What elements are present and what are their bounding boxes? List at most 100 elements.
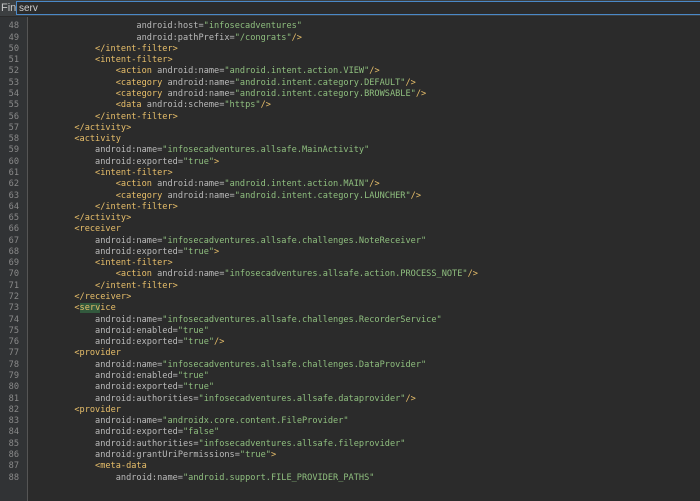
code-line[interactable]: 85 android:authorities="infosecadventures… bbox=[0, 439, 700, 450]
code-token: "androidx.core.content.FileProvider" bbox=[162, 416, 349, 427]
code-token: /> bbox=[369, 66, 380, 77]
code-line[interactable]: 53 <category android:name="android.intent… bbox=[0, 78, 700, 89]
code-line[interactable]: 61 <intent-filter> bbox=[0, 168, 700, 179]
code-token: "true" bbox=[239, 449, 271, 460]
code-text: <meta-data bbox=[33, 461, 147, 472]
code-line[interactable]: 63 <category android:name="android.intent… bbox=[0, 191, 700, 202]
code-line[interactable]: 71 </intent-filter> bbox=[0, 281, 700, 292]
code-line[interactable]: 72 </receiver> bbox=[0, 292, 700, 303]
code-token: android:name= bbox=[95, 416, 163, 427]
code-line[interactable]: 55 <data android:scheme="https"/> bbox=[0, 100, 700, 111]
code-text: </intent-filter> bbox=[33, 202, 178, 213]
code-line[interactable]: 75 android:enabled="true" bbox=[0, 326, 700, 337]
code-text: <receiver bbox=[33, 224, 121, 235]
code-token: /> bbox=[369, 179, 380, 190]
code-line[interactable]: 57 </activity> bbox=[0, 123, 700, 134]
code-line[interactable]: 74 android:name="infosecadventures.allsaf… bbox=[0, 315, 700, 326]
code-token: /> bbox=[260, 100, 271, 111]
code-token: </intent-filter> bbox=[95, 201, 178, 212]
code-line[interactable]: 64 </intent-filter> bbox=[0, 202, 700, 213]
code-line[interactable]: 52 <action android:name="android.intent.a… bbox=[0, 66, 700, 77]
code-line[interactable]: 84 android:exported="false" bbox=[0, 427, 700, 438]
search-match-highlight: serv bbox=[79, 303, 101, 314]
find-input[interactable] bbox=[16, 1, 700, 15]
code-token: android:enabled= bbox=[95, 325, 178, 336]
code-token: /> bbox=[214, 337, 225, 348]
code-token: "infosecadventures.allsafe.action.PROCES… bbox=[224, 269, 468, 280]
line-number: 88 bbox=[8, 472, 19, 483]
code-token: android:scheme="allsafe" bbox=[136, 17, 260, 20]
code-line[interactable]: 56 </intent-filter> bbox=[0, 112, 700, 123]
code-token: android:exported= bbox=[95, 382, 183, 393]
code-text: android:host="infosecadventures" bbox=[33, 21, 302, 32]
code-line[interactable]: 86 android:grantUriPermissions="true"> bbox=[0, 450, 700, 461]
line-number: 86 bbox=[8, 449, 19, 460]
code-text: android:enabled="true" bbox=[33, 371, 209, 382]
code-token: android:exported= bbox=[95, 156, 183, 167]
code-token: <meta-data bbox=[95, 461, 147, 472]
code-line[interactable]: 81 android:authorities="infosecadventures… bbox=[0, 394, 700, 405]
line-number: 85 bbox=[8, 438, 19, 449]
line-number: 54 bbox=[8, 88, 19, 99]
code-token: android:scheme= bbox=[146, 100, 225, 111]
code-token: > bbox=[214, 246, 220, 257]
line-number: 82 bbox=[8, 404, 19, 415]
code-line[interactable]: 79 android:enabled="true" bbox=[0, 371, 700, 382]
code-line[interactable]: 68 android:exported="true"> bbox=[0, 247, 700, 258]
code-token: android:exported= bbox=[95, 337, 183, 348]
code-text: <category android:name="android.intent.c… bbox=[33, 89, 426, 100]
code-line[interactable]: 51 <intent-filter> bbox=[0, 55, 700, 66]
code-text: </intent-filter> bbox=[33, 44, 178, 55]
line-number: 69 bbox=[8, 258, 19, 269]
code-token: </intent-filter> bbox=[95, 43, 178, 54]
code-text: android:authorities="infosecadventures.a… bbox=[33, 394, 416, 405]
code-line[interactable]: 67 android:name="infosecadventures.allsaf… bbox=[0, 236, 700, 247]
code-text: </activity> bbox=[33, 123, 131, 134]
code-line[interactable]: 65 </activity> bbox=[0, 213, 700, 224]
code-line[interactable]: 78 android:name="infosecadventures.allsaf… bbox=[0, 360, 700, 371]
code-token: android:name= bbox=[167, 88, 235, 99]
code-editor[interactable]: 47android:scheme="allsafe"48android:host… bbox=[0, 17, 700, 501]
line-number: 52 bbox=[8, 66, 19, 77]
code-token: android:name= bbox=[167, 77, 235, 88]
code-token: android:name= bbox=[95, 314, 163, 325]
code-token: </receiver> bbox=[74, 292, 132, 303]
code-line[interactable]: 60 android:exported="true"> bbox=[0, 157, 700, 168]
code-line[interactable]: 69 <intent-filter> bbox=[0, 258, 700, 269]
line-number: 73 bbox=[8, 303, 19, 314]
code-line[interactable]: 70 <action android:name="infosecadventure… bbox=[0, 269, 700, 280]
code-line[interactable]: 76 android:exported="true"/> bbox=[0, 337, 700, 348]
code-text: <intent-filter> bbox=[33, 55, 173, 66]
code-line[interactable]: 49 android:pathPrefix="/congrats"/> bbox=[0, 33, 700, 44]
code-line[interactable]: 83 android:name="androidx.core.content.Fi… bbox=[0, 416, 700, 427]
code-line[interactable]: 62 <action android:name="android.intent.a… bbox=[0, 179, 700, 190]
code-token: <receiver bbox=[74, 224, 121, 235]
code-token: android:host= bbox=[136, 21, 204, 32]
code-line[interactable]: 80 android:exported="true" bbox=[0, 382, 700, 393]
code-line[interactable]: 88 android:name="android.support.FILE_PRO… bbox=[0, 473, 700, 484]
code-line[interactable]: 82 <provider bbox=[0, 405, 700, 416]
code-line[interactable]: 48 android:host="infosecadventures" bbox=[0, 21, 700, 32]
code-line[interactable]: 50 </intent-filter> bbox=[0, 44, 700, 55]
code-line[interactable]: 87 <meta-data bbox=[0, 461, 700, 472]
code-token: > bbox=[214, 156, 220, 167]
code-text: <action android:name="infosecadventures.… bbox=[33, 269, 478, 280]
line-number: 57 bbox=[8, 122, 19, 133]
code-line[interactable]: 66 <receiver bbox=[0, 224, 700, 235]
code-line[interactable]: 73 <service bbox=[0, 303, 700, 314]
code-token: /> bbox=[405, 393, 416, 404]
code-text: android:authorities="infosecadventures.a… bbox=[33, 439, 405, 450]
code-line[interactable]: 54 <category android:name="android.intent… bbox=[0, 89, 700, 100]
code-token: <provider bbox=[74, 404, 121, 415]
code-text: <action android:name="android.intent.act… bbox=[33, 179, 380, 190]
code-line[interactable]: 58 <activity bbox=[0, 134, 700, 145]
code-line[interactable]: 59 android:name="infosecadventures.allsaf… bbox=[0, 145, 700, 156]
code-token: /> bbox=[410, 190, 422, 201]
line-number: 51 bbox=[8, 55, 19, 66]
line-number: 53 bbox=[8, 77, 19, 88]
code-token: "true" bbox=[177, 325, 209, 336]
code-line[interactable]: 77 <provider bbox=[0, 348, 700, 359]
code-token: <action bbox=[115, 66, 158, 77]
line-number: 50 bbox=[8, 43, 19, 54]
code-text: </intent-filter> bbox=[33, 112, 178, 123]
